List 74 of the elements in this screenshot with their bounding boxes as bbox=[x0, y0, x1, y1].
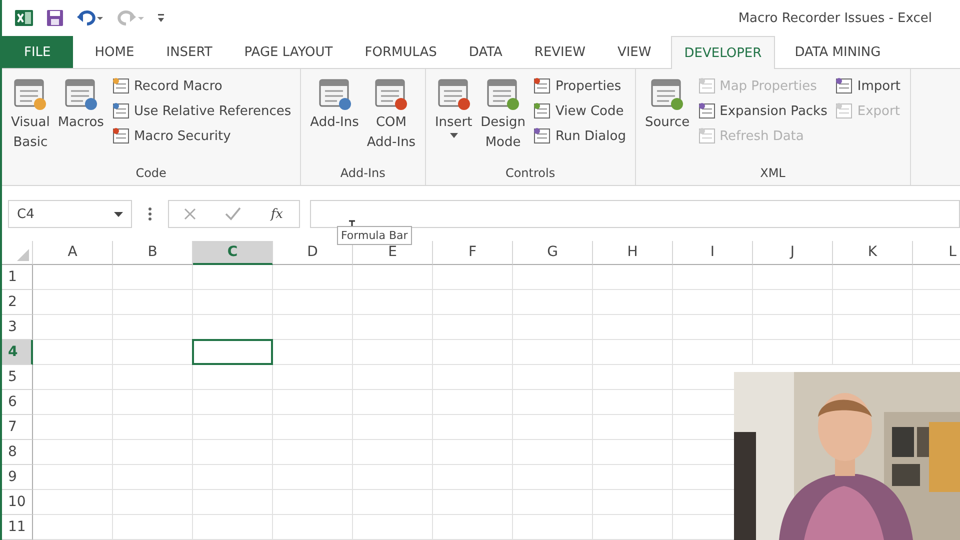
group-label: Add-Ins bbox=[339, 166, 386, 182]
column-header[interactable]: H bbox=[593, 241, 673, 265]
ribbon-tab[interactable]: DATA bbox=[456, 36, 514, 68]
ribbon-button[interactable]: Macros bbox=[54, 73, 107, 166]
ribbon-button[interactable]: Visual Basic bbox=[8, 73, 53, 166]
excel-logo-icon bbox=[14, 8, 34, 28]
toolbar-icon bbox=[112, 127, 130, 145]
ribbon-tab[interactable]: REVIEW bbox=[522, 36, 598, 68]
ribbon-button[interactable]: Expansion Packs bbox=[694, 100, 830, 122]
save-icon[interactable] bbox=[46, 9, 64, 27]
select-all-icon[interactable] bbox=[17, 249, 29, 261]
group-label: XML bbox=[759, 166, 786, 182]
grip-icon[interactable] bbox=[148, 207, 152, 221]
name-box[interactable]: C4 bbox=[8, 200, 132, 228]
toolbar-icon bbox=[533, 77, 552, 95]
toolbar-icon bbox=[698, 127, 716, 145]
row-header[interactable]: 10 bbox=[2, 490, 33, 515]
column-header[interactable]: J bbox=[753, 241, 833, 265]
ribbon-button[interactable]: Design Mode bbox=[478, 73, 528, 166]
ribbon-button[interactable]: Record Macro bbox=[108, 75, 294, 97]
ribbon-button[interactable]: Insert bbox=[432, 73, 476, 166]
column-header[interactable]: F bbox=[433, 241, 513, 265]
ribbon-tab[interactable]: PAGE LAYOUT bbox=[232, 36, 345, 68]
ribbon-button[interactable]: View Code bbox=[530, 100, 629, 122]
toolbar-icon bbox=[112, 77, 130, 95]
row-header[interactable]: 1 bbox=[2, 265, 33, 290]
ribbon-button[interactable]: Properties bbox=[530, 75, 629, 97]
toolbar-icon bbox=[533, 102, 552, 120]
tooltip: Formula Bar bbox=[337, 226, 412, 245]
undo-icon[interactable] bbox=[76, 9, 104, 27]
window-title: Macro Recorder Issues - Excel bbox=[738, 10, 932, 26]
column-header[interactable]: C bbox=[193, 241, 273, 265]
row-header[interactable]: 2 bbox=[2, 290, 33, 315]
redo-icon bbox=[116, 9, 144, 27]
ribbon-button[interactable]: Source bbox=[642, 73, 693, 166]
toolbar-icon bbox=[835, 77, 854, 95]
toolbar-icon bbox=[112, 102, 130, 120]
insert-function-button[interactable]: fx bbox=[268, 206, 285, 222]
dropdown-icon bbox=[114, 212, 123, 216]
group-label: Controls bbox=[504, 166, 556, 182]
column-header[interactable]: A bbox=[33, 241, 113, 265]
ribbon-tab[interactable]: VIEW bbox=[605, 36, 664, 68]
group-label: Code bbox=[134, 166, 168, 182]
column-header[interactable]: G bbox=[513, 241, 593, 265]
toolbar-icon bbox=[835, 102, 854, 120]
customize-icon[interactable] bbox=[156, 12, 166, 24]
check-icon bbox=[224, 207, 241, 221]
ribbon-tab[interactable]: INSERT bbox=[154, 36, 224, 68]
row-header[interactable]: 8 bbox=[2, 440, 33, 465]
column-header[interactable]: K bbox=[833, 241, 913, 265]
row-header[interactable]: 6 bbox=[2, 390, 33, 415]
formula-field[interactable] bbox=[310, 200, 960, 228]
row-header[interactable]: 5 bbox=[2, 365, 33, 390]
ribbon-tab[interactable]: FORMULAS bbox=[352, 36, 449, 68]
ribbon-tab[interactable]: HOME bbox=[82, 36, 146, 68]
row-header[interactable]: 4 bbox=[2, 340, 33, 365]
ribbon-button[interactable]: Run Dialog bbox=[530, 125, 629, 147]
row-header[interactable]: 7 bbox=[2, 415, 33, 440]
ribbon-button[interactable]: Import bbox=[832, 75, 904, 97]
ribbon-button[interactable]: Use Relative References bbox=[108, 100, 294, 122]
file-tab[interactable]: FILE bbox=[2, 36, 73, 68]
column-header[interactable]: B bbox=[113, 241, 193, 265]
ribbon-button[interactable]: Macro Security bbox=[108, 125, 294, 147]
ribbon-button[interactable]: Add-Ins bbox=[307, 73, 362, 166]
ribbon-tab[interactable]: DEVELOPER bbox=[671, 36, 775, 69]
toolbar-icon bbox=[698, 77, 716, 95]
column-header[interactable]: I bbox=[673, 241, 753, 265]
row-header[interactable]: 9 bbox=[2, 465, 33, 490]
cancel-icon bbox=[182, 207, 197, 221]
ribbon-tab[interactable]: DATA MINING bbox=[782, 36, 893, 68]
ribbon-button[interactable]: COM Add-Ins bbox=[364, 73, 419, 166]
toolbar-icon bbox=[533, 127, 552, 145]
row-header[interactable]: 11 bbox=[2, 515, 33, 540]
toolbar-icon bbox=[698, 102, 716, 120]
